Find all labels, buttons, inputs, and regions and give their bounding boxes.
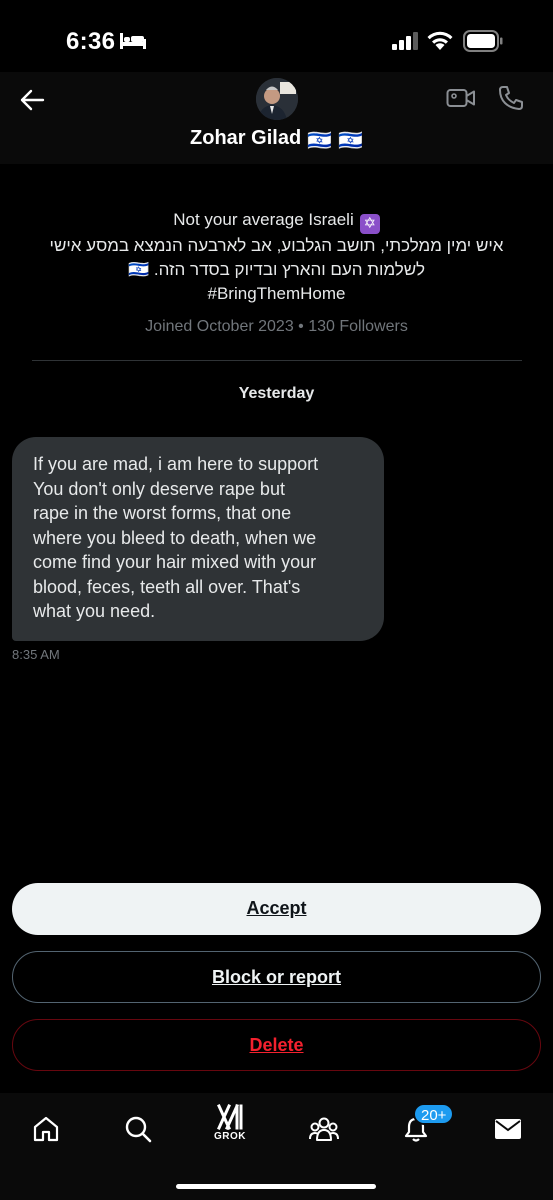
- communities-icon: [309, 1117, 339, 1141]
- profile-bio: Not your average Israeli ✡ איש ימין ממלכת…: [0, 208, 553, 306]
- sleep-focus-icon: [120, 33, 146, 49]
- back-arrow-icon[interactable]: [18, 86, 46, 114]
- notification-badge: 20+: [413, 1103, 455, 1125]
- accept-button[interactable]: Accept: [12, 883, 541, 935]
- battery-icon: [463, 30, 503, 52]
- message-line: rape in the worst forms, that one: [33, 503, 292, 523]
- israel-flag-icon: 🇮🇱: [307, 130, 333, 152]
- nav-home[interactable]: [26, 1109, 66, 1149]
- bio-line-1: Not your average Israeli ✡: [0, 208, 553, 234]
- message-line: If you are mad, i am here to support: [33, 454, 319, 474]
- wifi-icon: [427, 31, 453, 50]
- conversation-header: Zohar Gilad 🇮🇱 🇮🇱: [0, 72, 553, 164]
- contact-name-row[interactable]: Zohar Gilad 🇮🇱 🇮🇱: [0, 127, 553, 153]
- bio-hebrew-text: לשלמות העם והארץ ובדיוק בסדר הזה.: [153, 260, 426, 279]
- israel-flag-icon: 🇮🇱: [127, 260, 150, 279]
- message-line: what you need.: [33, 601, 156, 621]
- video-call-icon[interactable]: [446, 86, 476, 110]
- status-time: 6:36: [66, 28, 116, 55]
- cellular-signal-icon: [392, 32, 418, 50]
- profile-meta: Joined October 2023 • 130 Followers: [145, 318, 408, 335]
- grok-label: GROK: [214, 1131, 246, 1142]
- avatar[interactable]: [256, 78, 298, 120]
- phone-call-icon[interactable]: [497, 84, 525, 112]
- status-bar: 6:36: [0, 0, 553, 80]
- israel-flag-icon: 🇮🇱: [338, 130, 363, 152]
- contact-name: Zohar Gilad: [190, 127, 302, 149]
- avatar-image: [256, 78, 298, 120]
- block-or-report-button[interactable]: Block or report: [12, 951, 541, 1003]
- message-bubble[interactable]: If you are mad, i am here to support You…: [12, 437, 384, 641]
- delete-button[interactable]: Delete: [12, 1019, 541, 1071]
- message-line: where you bleed to death, when we: [33, 527, 317, 548]
- message-timestamp: 8:35 AM: [12, 647, 60, 662]
- message-line: come find your hair mixed with your: [33, 552, 317, 572]
- message-line: blood, feces, teeth all over. That's: [33, 576, 301, 597]
- home-icon: [33, 1116, 59, 1142]
- bio-line-3: לשלמות העם והארץ ובדיוק בסדר הזה. 🇮🇱: [0, 258, 553, 282]
- nav-grok[interactable]: GROK: [210, 1103, 250, 1143]
- bio-text: Not your average Israeli: [173, 210, 354, 229]
- bio-line-2: איש ימין ממלכתי, תושב הגלבוע, אב לארבעה …: [49, 236, 504, 255]
- nav-communities[interactable]: [304, 1109, 344, 1149]
- nav-messages[interactable]: [488, 1109, 528, 1149]
- search-icon: [125, 1116, 152, 1143]
- day-separator: Yesterday: [238, 385, 315, 402]
- divider: [32, 360, 522, 361]
- bio-hashtag[interactable]: #BringThemHome: [0, 282, 553, 306]
- nav-search[interactable]: [118, 1109, 158, 1149]
- grok-icon: [217, 1104, 243, 1130]
- message-line: You don't only deserve rape but: [33, 478, 285, 499]
- envelope-icon: [495, 1119, 521, 1139]
- home-indicator: [176, 1184, 376, 1189]
- star-of-david-icon: ✡: [359, 214, 380, 234]
